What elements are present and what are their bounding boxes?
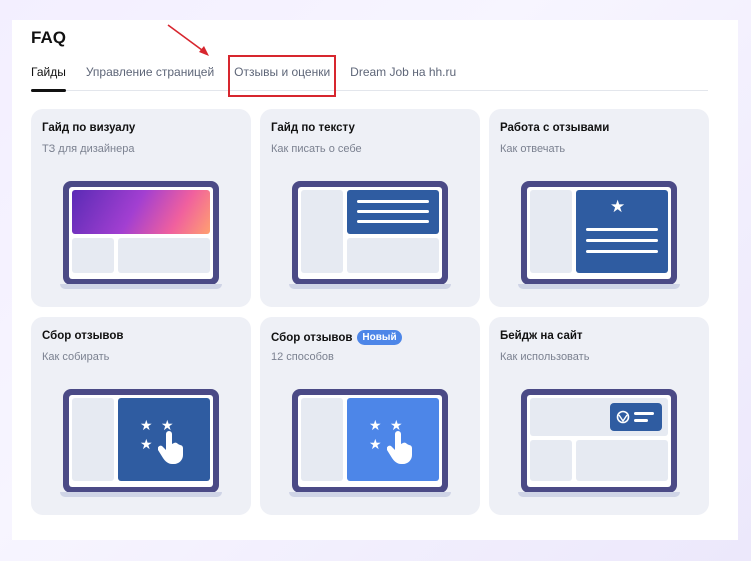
tab-reviews-and-ratings[interactable]: Отзывы и оценки <box>228 55 337 97</box>
laptop-stars-tap-illustration-icon: ★ ★ ★ <box>60 389 222 501</box>
card-subtitle: ТЗ для дизайнера <box>42 143 135 155</box>
tab-page-management[interactable]: Управление страницей <box>86 61 214 91</box>
card-title: Сбор отзывов Новый <box>271 330 402 345</box>
faq-panel: FAQ Гайды Управление страницей Отзывы и … <box>12 20 738 540</box>
page-title: FAQ <box>31 28 66 47</box>
card-title: Гайд по визуалу <box>42 122 136 134</box>
guide-card-badge[interactable]: Бейдж на сайт Как использовать <box>489 317 709 515</box>
card-title: Сбор отзывов <box>42 330 124 342</box>
laptop-gradient-illustration-icon <box>60 181 222 293</box>
laptop-stars-tap-blue-illustration-icon: ★ ★ ★ <box>289 389 451 501</box>
guide-card-collect-reviews[interactable]: Сбор отзывов Как собирать ★ ★ ★ <box>31 317 251 515</box>
card-subtitle: Как отвечать <box>500 143 566 155</box>
laptop-review-star-illustration-icon: ★ <box>518 181 680 293</box>
card-subtitle: Как использовать <box>500 351 590 363</box>
red-arrow-annotation <box>167 24 209 56</box>
tab-dream-job[interactable]: Dream Job на hh.ru <box>350 61 456 91</box>
guide-card-visual[interactable]: Гайд по визуалу ТЗ для дизайнера <box>31 109 251 307</box>
guide-card-reviews[interactable]: Работа с отзывами Как отвечать ★ <box>489 109 709 307</box>
card-subtitle: Как собирать <box>42 351 110 363</box>
card-title: Гайд по тексту <box>271 122 355 134</box>
card-subtitle: 12 способов <box>271 351 334 363</box>
card-subtitle: Как писать о себе <box>271 143 362 155</box>
guide-card-text[interactable]: Гайд по тексту Как писать о себе <box>260 109 480 307</box>
guide-card-collect-reviews-new[interactable]: Сбор отзывов Новый 12 способов ★ ★ ★ <box>260 317 480 515</box>
card-title: Работа с отзывами <box>500 122 610 134</box>
laptop-badge-illustration-icon <box>518 389 680 501</box>
new-badge: Новый <box>357 330 402 345</box>
laptop-text-illustration-icon <box>289 181 451 293</box>
tab-guides[interactable]: Гайды <box>31 61 66 92</box>
card-title: Бейдж на сайт <box>500 330 583 342</box>
guides-grid: Гайд по визуалу ТЗ для дизайнера Гайд по… <box>31 109 709 515</box>
tab-bar: Гайды Управление страницей Отзывы и оцен… <box>31 55 708 97</box>
